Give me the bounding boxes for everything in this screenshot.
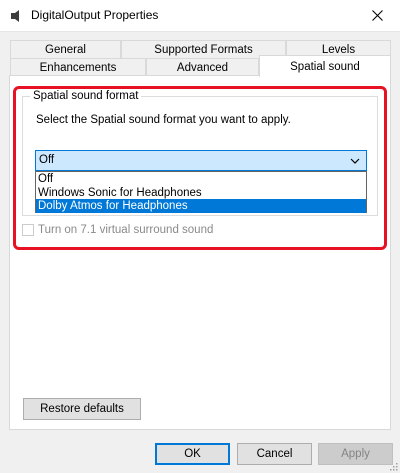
- ok-button[interactable]: OK: [155, 443, 230, 465]
- chevron-down-icon: [350, 158, 360, 164]
- cancel-button[interactable]: Cancel: [237, 443, 312, 465]
- tab-advanced-label: Advanced: [176, 61, 229, 74]
- group-title: Spatial sound format: [30, 90, 142, 102]
- restore-defaults-label: Restore defaults: [40, 403, 124, 415]
- tab-advanced[interactable]: Advanced: [146, 58, 259, 76]
- tab-levels-label: Levels: [321, 43, 356, 56]
- virtual-surround-checkbox[interactable]: [22, 224, 34, 236]
- speaker-icon: [11, 10, 19, 22]
- tab-enhancements-label: Enhancements: [39, 61, 117, 74]
- window-title: DigitalOutput Properties: [31, 8, 159, 22]
- cancel-label: Cancel: [256, 448, 293, 460]
- tab-general[interactable]: General: [10, 40, 121, 58]
- tab-spatial-sound-label: Spatial sound: [290, 60, 360, 73]
- option-windows-sonic[interactable]: Windows Sonic for Headphones: [36, 186, 366, 200]
- virtual-surround-label: Turn on 7.1 virtual surround sound: [38, 224, 214, 236]
- tab-enhancements[interactable]: Enhancements: [10, 58, 146, 76]
- apply-label: Apply: [341, 448, 370, 460]
- spatial-format-select[interactable]: Off: [35, 150, 367, 171]
- option-off[interactable]: Off: [36, 172, 366, 186]
- tab-general-label: General: [45, 43, 86, 56]
- selected-format-value: Off: [39, 154, 55, 166]
- close-button[interactable]: [354, 0, 400, 31]
- apply-button[interactable]: Apply: [318, 443, 393, 465]
- tab-spatial-sound[interactable]: Spatial sound: [259, 55, 391, 77]
- close-icon: [371, 10, 383, 21]
- ok-label: OK: [184, 448, 201, 460]
- format-prompt: Select the Spatial sound format you want…: [36, 114, 291, 126]
- tab-supported-formats-label: Supported Formats: [154, 43, 253, 56]
- title-bar[interactable]: DigitalOutput Properties: [0, 0, 400, 32]
- restore-defaults-button[interactable]: Restore defaults: [23, 398, 141, 420]
- option-dolby-atmos[interactable]: Dolby Atmos for Headphones: [36, 199, 366, 213]
- format-dropdown-list: Off Windows Sonic for Headphones Dolby A…: [35, 171, 367, 213]
